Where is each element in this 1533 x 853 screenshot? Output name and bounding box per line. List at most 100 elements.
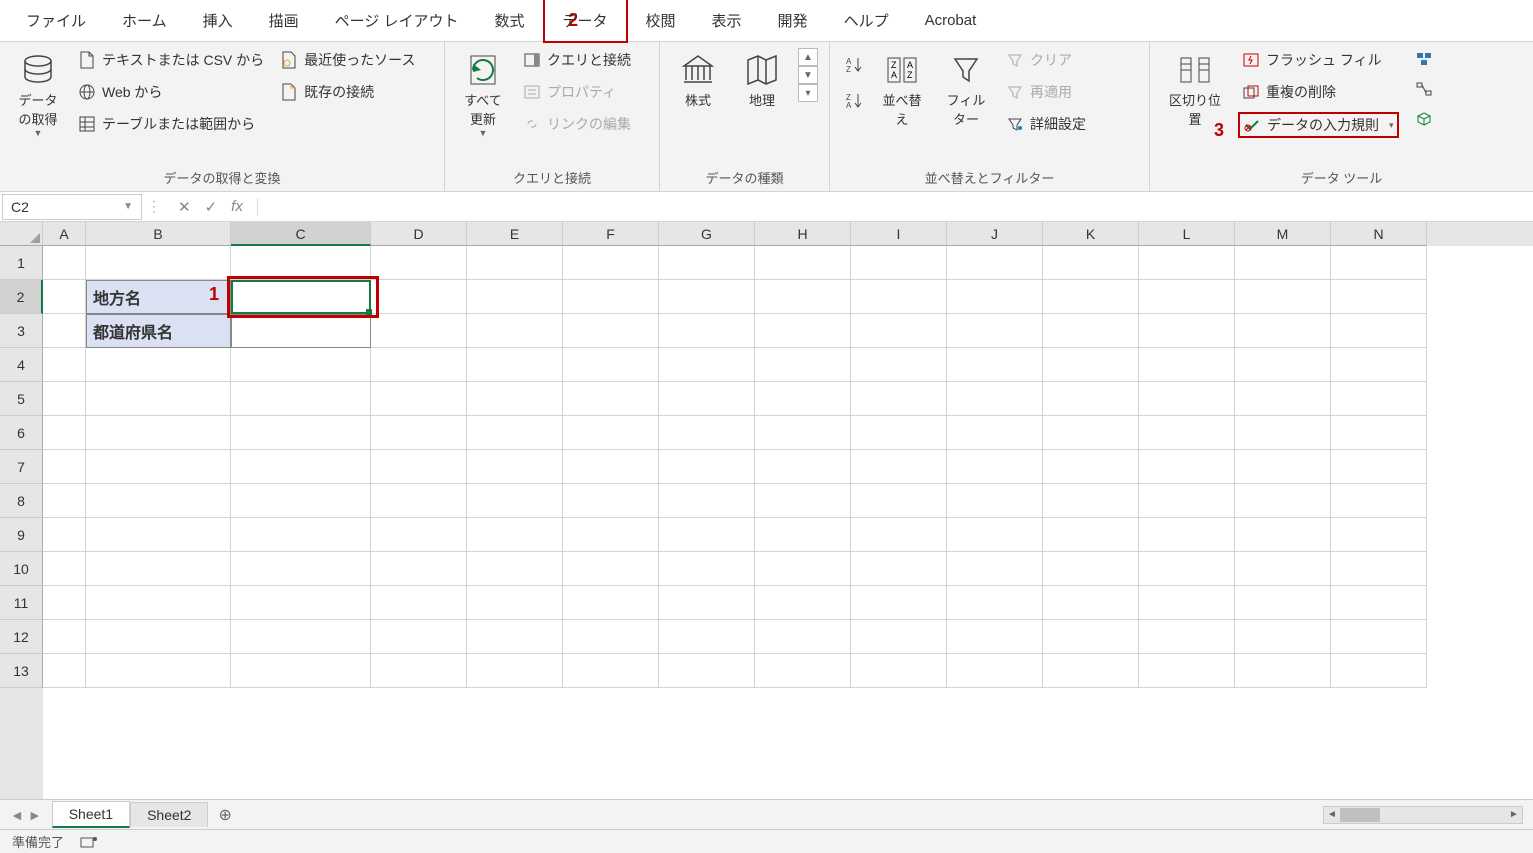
cell-N8[interactable] <box>1331 484 1427 518</box>
cell-J13[interactable] <box>947 654 1043 688</box>
cell-F5[interactable] <box>563 382 659 416</box>
cell-C9[interactable] <box>231 518 371 552</box>
col-header-C[interactable]: C <box>231 222 371 246</box>
cell-L13[interactable] <box>1139 654 1235 688</box>
cell-N11[interactable] <box>1331 586 1427 620</box>
cell-G9[interactable] <box>659 518 755 552</box>
select-all-corner[interactable] <box>0 222 43 246</box>
cell-M2[interactable] <box>1235 280 1331 314</box>
cell-E8[interactable] <box>467 484 563 518</box>
cell-F12[interactable] <box>563 620 659 654</box>
sort-asc-button[interactable]: AZ <box>840 54 866 76</box>
cell-E13[interactable] <box>467 654 563 688</box>
cell-K9[interactable] <box>1043 518 1139 552</box>
row-header-9[interactable]: 9 <box>0 518 43 552</box>
cell-N2[interactable] <box>1331 280 1427 314</box>
cell-E12[interactable] <box>467 620 563 654</box>
filter-button[interactable]: フィルター <box>938 48 994 132</box>
cell-H12[interactable] <box>755 620 851 654</box>
cell-K5[interactable] <box>1043 382 1139 416</box>
cell-F6[interactable] <box>563 416 659 450</box>
cell-K11[interactable] <box>1043 586 1139 620</box>
cell-N5[interactable] <box>1331 382 1427 416</box>
data-model-button[interactable] <box>1411 108 1437 130</box>
cell-J8[interactable] <box>947 484 1043 518</box>
cell-A11[interactable] <box>43 586 86 620</box>
cell-G4[interactable] <box>659 348 755 382</box>
cell-J12[interactable] <box>947 620 1043 654</box>
cell-N9[interactable] <box>1331 518 1427 552</box>
menu-home[interactable]: ホーム <box>104 0 185 41</box>
data-type-more-button[interactable]: ▾ <box>798 84 818 102</box>
cell-D6[interactable] <box>371 416 467 450</box>
cell-J11[interactable] <box>947 586 1043 620</box>
cell-B8[interactable] <box>86 484 231 518</box>
cell-N1[interactable] <box>1331 246 1427 280</box>
refresh-all-button[interactable]: すべて更新 ▼ <box>455 48 511 142</box>
cell-M11[interactable] <box>1235 586 1331 620</box>
cell-N4[interactable] <box>1331 348 1427 382</box>
edit-links-button[interactable]: リンクの編集 <box>519 112 635 136</box>
cell-A3[interactable] <box>43 314 86 348</box>
cell-L7[interactable] <box>1139 450 1235 484</box>
col-header-H[interactable]: H <box>755 222 851 246</box>
scroll-left-button[interactable]: ◄ <box>1324 809 1340 820</box>
remove-duplicates-button[interactable]: 重複の削除 <box>1238 80 1399 104</box>
cells-area[interactable]: 地方名都道府県名 1 <box>43 246 1533 799</box>
cell-K6[interactable] <box>1043 416 1139 450</box>
sort-desc-button[interactable]: ZA <box>840 90 866 112</box>
cell-K7[interactable] <box>1043 450 1139 484</box>
cell-A13[interactable] <box>43 654 86 688</box>
cell-N12[interactable] <box>1331 620 1427 654</box>
horizontal-scrollbar[interactable]: ◄ ► <box>1323 806 1523 824</box>
cell-C13[interactable] <box>231 654 371 688</box>
cell-M6[interactable] <box>1235 416 1331 450</box>
row-header-10[interactable]: 10 <box>0 552 43 586</box>
cell-G2[interactable] <box>659 280 755 314</box>
row-header-5[interactable]: 5 <box>0 382 43 416</box>
cell-F13[interactable] <box>563 654 659 688</box>
cell-B11[interactable] <box>86 586 231 620</box>
cell-G11[interactable] <box>659 586 755 620</box>
cell-G12[interactable] <box>659 620 755 654</box>
cell-B1[interactable] <box>86 246 231 280</box>
cell-I6[interactable] <box>851 416 947 450</box>
properties-button[interactable]: プロパティ <box>519 80 635 104</box>
cell-D4[interactable] <box>371 348 467 382</box>
row-header-2[interactable]: 2 <box>0 280 43 314</box>
cell-L3[interactable] <box>1139 314 1235 348</box>
cell-I12[interactable] <box>851 620 947 654</box>
cell-E9[interactable] <box>467 518 563 552</box>
col-header-A[interactable]: A <box>43 222 86 246</box>
cell-B7[interactable] <box>86 450 231 484</box>
cell-E5[interactable] <box>467 382 563 416</box>
cell-J7[interactable] <box>947 450 1043 484</box>
menu-acrobat[interactable]: Acrobat <box>907 2 995 39</box>
menu-view[interactable]: 表示 <box>694 0 760 41</box>
cell-D9[interactable] <box>371 518 467 552</box>
cell-N13[interactable] <box>1331 654 1427 688</box>
cell-N6[interactable] <box>1331 416 1427 450</box>
data-validation-button[interactable]: データの入力規則 ▾ <box>1238 112 1399 138</box>
cell-F1[interactable] <box>563 246 659 280</box>
cell-C11[interactable] <box>231 586 371 620</box>
cell-I1[interactable] <box>851 246 947 280</box>
cell-L8[interactable] <box>1139 484 1235 518</box>
menu-formulas[interactable]: 数式 <box>476 0 542 41</box>
cell-B9[interactable] <box>86 518 231 552</box>
menu-data[interactable]: データ <box>543 0 628 43</box>
cell-K10[interactable] <box>1043 552 1139 586</box>
row-header-13[interactable]: 13 <box>0 654 43 688</box>
recent-sources-button[interactable]: 最近使ったソース <box>276 48 419 72</box>
cell-D8[interactable] <box>371 484 467 518</box>
cell-J10[interactable] <box>947 552 1043 586</box>
cell-A6[interactable] <box>43 416 86 450</box>
cell-H11[interactable] <box>755 586 851 620</box>
cell-L1[interactable] <box>1139 246 1235 280</box>
cell-C5[interactable] <box>231 382 371 416</box>
cell-K13[interactable] <box>1043 654 1139 688</box>
cell-H9[interactable] <box>755 518 851 552</box>
sheet-nav-next[interactable]: ► <box>28 807 42 823</box>
col-header-B[interactable]: B <box>86 222 231 246</box>
cell-G7[interactable] <box>659 450 755 484</box>
